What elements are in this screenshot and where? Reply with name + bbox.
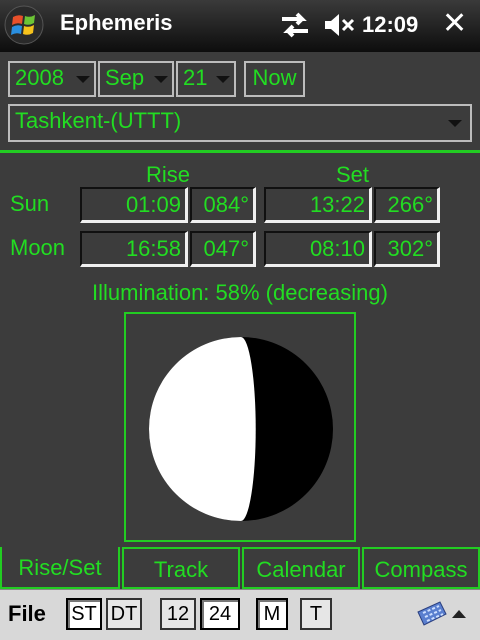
set-header: Set xyxy=(336,162,370,187)
clock-time: 12:09 xyxy=(362,12,419,37)
menu-bar: File ST DT 12 24 M T xyxy=(0,589,480,640)
sun-set-azimuth: 266° xyxy=(374,187,440,223)
moon-set-azimuth: 302° xyxy=(374,231,440,267)
title-bar: Ephemeris 12:09 ✕ xyxy=(0,0,480,52)
dropdown-arrow-icon xyxy=(448,120,462,127)
tab-bar: Rise/Set Track Calendar Compass xyxy=(0,547,480,589)
app-title: Ephemeris xyxy=(60,10,173,35)
tab-track[interactable]: Track xyxy=(122,547,240,589)
sun-set-time: 13:22 xyxy=(264,187,372,223)
now-button[interactable]: Now xyxy=(244,61,305,97)
moon-rise-time: 16:58 xyxy=(80,231,188,267)
dropdown-arrow-icon xyxy=(216,76,230,83)
sun-rise-time: 01:09 xyxy=(80,187,188,223)
dropdown-arrow-icon xyxy=(76,76,90,83)
moon-phase-icon xyxy=(149,337,333,521)
keyboard-icon[interactable] xyxy=(414,598,448,628)
24-hour-button[interactable]: 24 xyxy=(200,598,240,630)
day-dropdown[interactable]: 21 xyxy=(176,61,236,97)
volume-muted-icon[interactable] xyxy=(322,10,356,40)
month-dropdown[interactable]: Sep xyxy=(98,61,174,97)
illumination-text: Illumination: 58% (decreasing) xyxy=(92,280,388,305)
m-button[interactable]: M xyxy=(256,598,288,630)
st-button[interactable]: ST xyxy=(66,598,102,630)
year-value: 2008 xyxy=(15,65,64,90)
year-dropdown[interactable]: 2008 xyxy=(8,61,96,97)
month-value: Sep xyxy=(105,65,145,90)
12-hour-button[interactable]: 12 xyxy=(160,598,196,630)
tab-compass[interactable]: Compass xyxy=(362,547,480,589)
moon-set-time: 08:10 xyxy=(264,231,372,267)
sun-label: Sun xyxy=(10,191,50,216)
rise-header: Rise xyxy=(146,162,191,187)
separator-line xyxy=(0,150,480,153)
close-icon[interactable]: ✕ xyxy=(442,6,467,41)
sun-rise-azimuth: 084° xyxy=(190,187,256,223)
location-value: Tashkent-(UTTT) xyxy=(15,108,182,133)
moon-rise-azimuth: 047° xyxy=(190,231,256,267)
moon-label: Moon xyxy=(10,235,66,260)
location-dropdown[interactable]: Tashkent-(UTTT) xyxy=(8,104,472,142)
dt-button[interactable]: DT xyxy=(106,598,142,630)
tab-rise-set[interactable]: Rise/Set xyxy=(0,547,120,589)
day-value: 21 xyxy=(183,65,208,90)
tab-calendar[interactable]: Calendar xyxy=(242,547,360,589)
t-button[interactable]: T xyxy=(300,598,332,630)
windows-start-icon[interactable] xyxy=(4,5,44,45)
dropdown-arrow-icon xyxy=(154,76,168,83)
connectivity-icon[interactable] xyxy=(278,10,312,40)
moon-phase-panel xyxy=(124,312,356,542)
input-panel-arrow-icon[interactable] xyxy=(452,610,466,618)
file-menu[interactable]: File xyxy=(8,601,46,627)
